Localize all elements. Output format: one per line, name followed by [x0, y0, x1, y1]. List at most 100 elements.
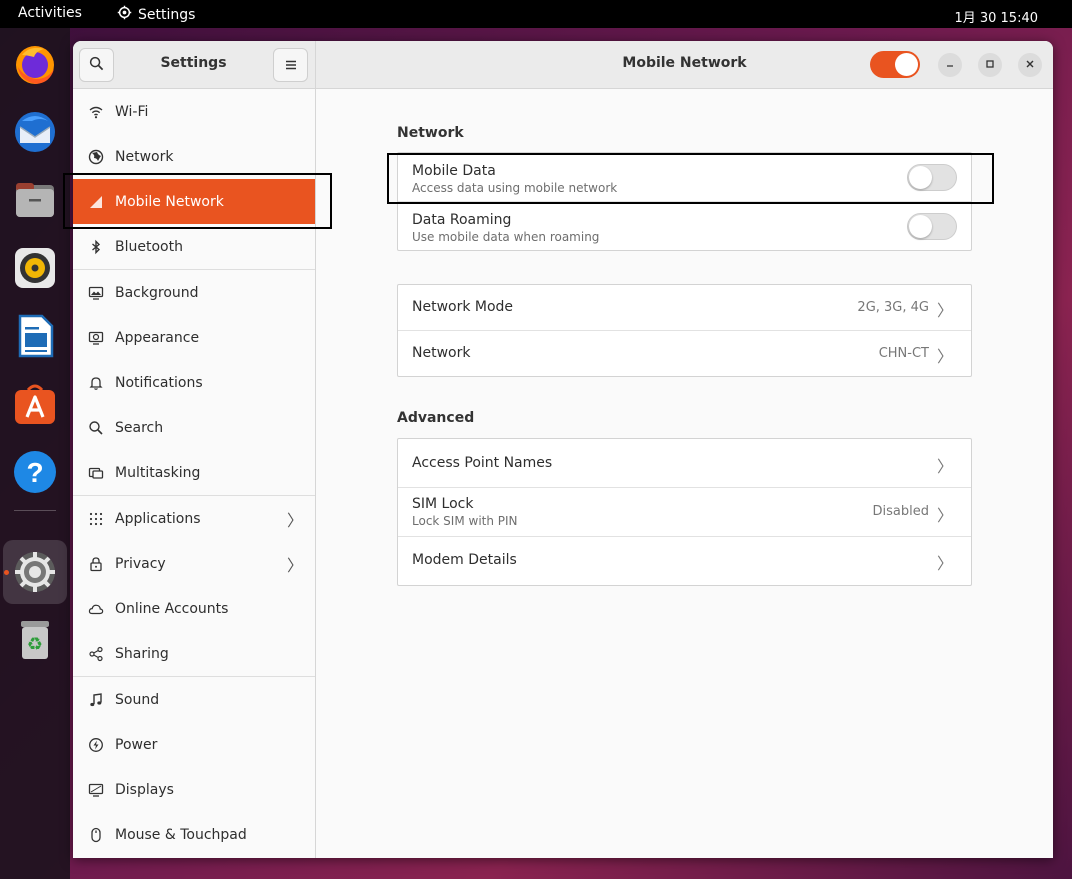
grid-icon	[87, 510, 104, 527]
chevron-right-icon: 〉	[936, 554, 953, 573]
data-roaming-row[interactable]: Data Roaming Use mobile data when roamin…	[398, 202, 971, 251]
libreoffice-writer-icon[interactable]	[12, 313, 58, 359]
firefox-icon[interactable]	[12, 41, 58, 87]
sidebar-item-label: Power	[115, 736, 158, 753]
sidebar-item-background[interactable]: Background	[73, 270, 315, 315]
sidebar-item-label: Online Accounts	[115, 600, 229, 617]
multitasking-icon	[87, 464, 104, 481]
sidebar-item-bluetooth[interactable]: Bluetooth	[73, 224, 315, 269]
sidebar-item-wifi[interactable]: Wi-Fi	[73, 89, 315, 134]
mobile-data-row[interactable]: Mobile Data Access data using mobile net…	[398, 153, 971, 202]
settings-icon[interactable]	[12, 549, 58, 595]
row-subtitle: Use mobile data when roaming	[412, 230, 600, 244]
advanced-listbox: Access Point Names 〉 SIM Lock Lock SIM w…	[397, 438, 972, 586]
section-title-advanced: Advanced	[397, 410, 475, 426]
mobile-data-toggle[interactable]	[907, 164, 957, 191]
background-icon	[87, 284, 104, 301]
data-roaming-toggle[interactable]	[907, 213, 957, 240]
sidebar-item-online-accounts[interactable]: Online Accounts	[73, 586, 315, 631]
network-operator-row[interactable]: Network CHN-CT 〉	[398, 331, 971, 377]
chevron-right-icon: 〉	[936, 457, 953, 476]
network-mode-row[interactable]: Network Mode 2G, 3G, 4G 〉	[398, 285, 971, 331]
apn-row[interactable]: Access Point Names 〉	[398, 439, 971, 488]
appearance-icon	[87, 329, 104, 346]
svg-text:?: ?	[26, 457, 43, 488]
sidebar-item-privacy[interactable]: Privacy 〉	[73, 541, 315, 586]
hamburger-icon	[284, 56, 298, 75]
close-button[interactable]	[1018, 53, 1042, 77]
row-title: Network	[412, 345, 471, 361]
chevron-right-icon: 〉	[936, 301, 953, 320]
chevron-right-icon: 〉	[936, 506, 953, 525]
row-title: Network Mode	[412, 299, 514, 315]
share-icon	[87, 645, 104, 662]
sidebar-item-label: Sharing	[115, 645, 169, 662]
bell-icon	[87, 374, 104, 391]
app-center-icon[interactable]	[12, 381, 58, 427]
thunderbird-icon[interactable]	[12, 109, 58, 155]
sidebar-item-mouse-touchpad[interactable]: Mouse & Touchpad	[73, 812, 315, 857]
sidebar-item-search[interactable]: Search	[73, 405, 315, 450]
power-icon	[87, 736, 104, 753]
toggle-knob	[909, 215, 932, 238]
chevron-right-icon: 〉	[287, 510, 304, 530]
sidebar-item-displays[interactable]: Displays	[73, 767, 315, 812]
row-value: 2G, 3G, 4G	[857, 300, 929, 315]
sidebar-item-label: Network	[115, 148, 174, 165]
row-title: Mobile Data	[412, 163, 496, 179]
sidebar-item-label: Notifications	[115, 374, 203, 391]
sidebar-item-power[interactable]: Power	[73, 722, 315, 767]
minimize-button[interactable]	[938, 53, 962, 77]
help-icon[interactable]: ?	[12, 449, 58, 495]
sidebar-item-multitasking[interactable]: Multitasking	[73, 450, 315, 495]
sidebar-header: Settings	[73, 41, 316, 89]
maximize-button[interactable]	[978, 53, 1002, 77]
section-title-network: Network	[397, 125, 464, 141]
mobile-network-master-toggle[interactable]	[870, 51, 920, 78]
dock: ? ♻	[0, 28, 70, 879]
sidebar-item-mobile-network[interactable]: Mobile Network	[73, 179, 315, 224]
sidebar-item-notifications[interactable]: Notifications	[73, 360, 315, 405]
activities-button[interactable]: Activities	[18, 5, 82, 21]
app-menu[interactable]: Settings	[117, 5, 195, 24]
sidebar-item-applications[interactable]: Applications 〉	[73, 496, 315, 541]
sidebar-item-label: Sound	[115, 691, 160, 708]
sidebar-title: Settings	[160, 55, 227, 71]
bluetooth-icon	[87, 238, 104, 255]
sidebar-item-label: Mouse & Touchpad	[115, 826, 247, 843]
app-menu-label: Settings	[138, 6, 196, 23]
mode-listbox: Network Mode 2G, 3G, 4G 〉 Network CHN-CT…	[397, 284, 972, 377]
row-value: CHN-CT	[878, 346, 929, 361]
sidebar-item-label: Displays	[115, 781, 174, 798]
row-subtitle: Access data using mobile network	[412, 181, 618, 195]
search-button[interactable]	[79, 48, 114, 82]
dock-separator	[14, 510, 56, 511]
sidebar-item-label: Privacy	[115, 555, 166, 572]
rhythmbox-icon[interactable]	[12, 245, 58, 291]
files-icon[interactable]	[12, 177, 58, 223]
sidebar-item-appearance[interactable]: Appearance	[73, 315, 315, 360]
sidebar-item-label: Appearance	[115, 329, 200, 346]
lock-icon	[87, 555, 104, 572]
chevron-right-icon: 〉	[287, 555, 304, 575]
svg-text:♻: ♻	[27, 634, 43, 655]
clock[interactable]: 1月 30 15:40	[954, 7, 1038, 26]
main-content: Network Mobile Data Access data using mo…	[316, 89, 1053, 858]
sidebar-item-sharing[interactable]: Sharing	[73, 631, 315, 676]
row-title: Access Point Names	[412, 455, 553, 471]
header-bar: Settings Mobile Network	[73, 41, 1053, 89]
sim-lock-row[interactable]: SIM Lock Lock SIM with PIN Disabled 〉	[398, 488, 971, 537]
sidebar-item-network[interactable]: Network	[73, 134, 315, 179]
row-value: Disabled	[872, 504, 929, 519]
toggle-knob	[909, 166, 932, 189]
settings-gear-icon	[117, 5, 132, 24]
network-globe-icon	[87, 148, 104, 165]
chevron-right-icon: 〉	[936, 347, 953, 366]
running-indicator	[4, 570, 9, 575]
modem-details-row[interactable]: Modem Details 〉	[398, 537, 971, 586]
music-note-icon	[87, 691, 104, 708]
primary-menu-button[interactable]	[273, 48, 308, 82]
trash-icon[interactable]: ♻	[12, 617, 58, 663]
row-title: Modem Details	[412, 552, 517, 568]
sidebar-item-sound[interactable]: Sound	[73, 677, 315, 722]
